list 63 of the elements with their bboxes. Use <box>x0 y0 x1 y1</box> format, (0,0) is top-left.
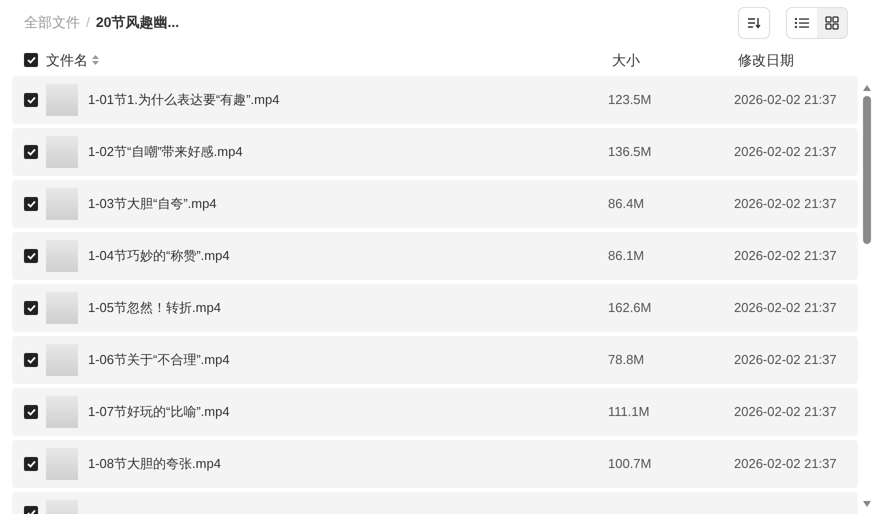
file-name[interactable]: 1-05节忽然！转折.mp4 <box>88 298 221 318</box>
file-name[interactable]: 1-06节关于“不合理”.mp4 <box>88 350 230 370</box>
video-thumbnail-placeholder <box>46 136 78 168</box>
modified-date: 2026-02-02 21:37 <box>734 246 837 265</box>
row-checkbox[interactable] <box>24 248 38 263</box>
row-checkbox[interactable] <box>24 92 38 107</box>
file-row[interactable]: 1-07节好玩的“比喻”.mp4 111.1M 2026-02-02 21:37 <box>12 388 858 436</box>
column-header[interactable]: 文件名 <box>46 50 99 71</box>
modified-date: 2026-02-02 21:37 <box>734 142 837 161</box>
file-size: 78.8M <box>608 350 646 369</box>
video-thumbnail-placeholder <box>46 84 78 116</box>
file-size: 162.6M <box>608 298 652 317</box>
scrollbar-thumb[interactable] <box>863 96 871 244</box>
sort-icon <box>747 16 761 29</box>
grid-view-button[interactable] <box>817 8 847 38</box>
modified-date: 2026-02-02 21:37 <box>734 402 837 421</box>
row-checkbox[interactable] <box>24 196 38 211</box>
file-size: 86.4M <box>608 194 646 213</box>
video-thumbnail-placeholder <box>46 344 78 376</box>
video-thumbnail-placeholder <box>46 240 78 272</box>
file-name[interactable]: 1-03节大胆“自夸”.mp4 <box>88 194 217 214</box>
file-row[interactable]: 1-02节“自嘲”带来好感.mp4 136.5M 2026-02-02 21:37 <box>12 128 858 176</box>
file-size: 86.1M <box>608 246 646 265</box>
file-name[interactable]: 1-08节大胆的夸张.mp4 <box>88 454 221 474</box>
row-checkbox[interactable] <box>24 456 38 471</box>
scroll-up-icon[interactable] <box>862 84 872 92</box>
modified-date: 2026-02-02 21:37 <box>734 90 837 109</box>
file-row[interactable]: 1-05节忽然！转折.mp4 162.6M 2026-02-02 21:37 <box>12 284 858 332</box>
file-name[interactable]: 1-04节巧妙的“称赞”.mp4 <box>88 246 230 266</box>
video-thumbnail-placeholder <box>46 396 78 428</box>
file-row[interactable]: 1-03节大胆“自夸”.mp4 86.4M 2026-02-02 21:37 <box>12 180 858 228</box>
video-thumbnail-placeholder <box>46 188 78 220</box>
file-row[interactable]: 1-06节关于“不合理”.mp4 78.8M 2026-02-02 21:37 <box>12 336 858 384</box>
breadcrumb-separator: / <box>86 13 90 32</box>
scroll-down-icon[interactable] <box>862 500 872 508</box>
video-thumbnail-placeholder <box>46 448 78 480</box>
column-header: 大小 <box>612 50 641 70</box>
file-size: 111.1M <box>608 402 650 421</box>
row-checkbox[interactable] <box>24 404 38 419</box>
modified-date: 2026-02-02 21:37 <box>734 454 837 473</box>
video-thumbnail-placeholder <box>46 292 78 324</box>
sort-button[interactable] <box>738 6 770 39</box>
file-name[interactable]: 1-02节“自嘲”带来好感.mp4 <box>88 142 243 162</box>
file-size: 136.5M <box>608 142 652 161</box>
sort-arrows-icon[interactable] <box>92 55 99 66</box>
select-all-checkbox[interactable] <box>24 53 38 68</box>
modified-date: 2026-02-02 21:37 <box>734 350 837 369</box>
breadcrumb-current: 20节风趣幽... <box>96 13 180 32</box>
modified-date: 2026-02-02 21:37 <box>734 194 837 213</box>
file-row[interactable]: 1-04节巧妙的“称赞”.mp4 86.1M 2026-02-02 21:37 <box>12 232 858 280</box>
list-icon <box>795 16 809 29</box>
file-name[interactable]: 1-01节1.为什么表达要“有趣”.mp4 <box>88 90 280 110</box>
file-row[interactable]: 1-01节1.为什么表达要“有趣”.mp4 123.5M 2026-02-02 21:37 <box>12 76 858 124</box>
row-checkbox[interactable] <box>24 352 38 367</box>
row-checkbox[interactable] <box>24 300 38 315</box>
grid-icon <box>825 16 839 30</box>
row-checkbox[interactable] <box>24 144 38 159</box>
modified-date: 2026-02-02 21:37 <box>734 298 837 317</box>
file-row[interactable]: 1-08节大胆的夸张.mp4 100.7M 2026-02-02 21:37 <box>12 440 858 488</box>
file-name[interactable]: 1-07节好玩的“比喻”.mp4 <box>88 402 230 422</box>
file-size: 123.5M <box>608 90 652 109</box>
column-header: 修改日期 <box>738 50 795 70</box>
file-size: 100.7M <box>608 454 652 473</box>
